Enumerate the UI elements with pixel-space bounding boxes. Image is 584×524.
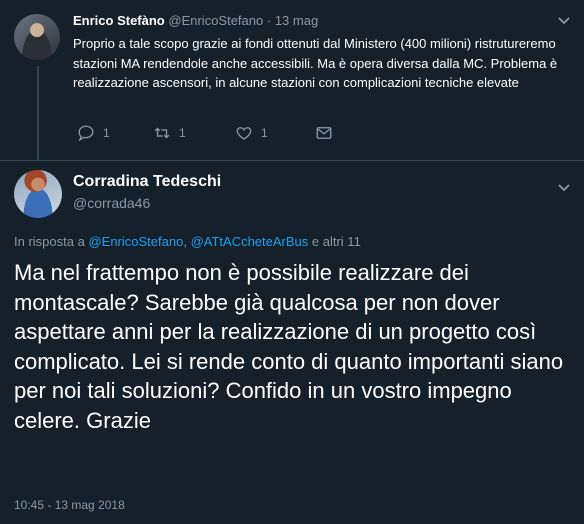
thread-connector-line xyxy=(37,66,39,160)
avatar[interactable] xyxy=(14,170,62,218)
tweet-actions: 1 1 1 xyxy=(73,124,403,144)
parent-tweet-header: Enrico Stefàno @EnricoStefano · 13 mag xyxy=(73,13,318,28)
tweet-timestamp[interactable]: 10:45 - 13 mag 2018 xyxy=(14,498,125,512)
tweet-time[interactable]: 13 mag xyxy=(275,13,318,28)
like-count: 1 xyxy=(261,126,268,140)
retweet-icon xyxy=(154,127,170,139)
reply-icon xyxy=(78,125,94,142)
focused-tweet: Corradina Tedeschi @corrada46 In rispost… xyxy=(0,161,584,524)
chevron-down-icon[interactable] xyxy=(558,181,570,195)
reply-context: In risposta a @EnricoStefano, @ATtACchet… xyxy=(14,234,361,249)
reply-comma: , xyxy=(183,234,187,249)
like-button[interactable]: 1 xyxy=(235,124,268,142)
reply-others[interactable]: e altri 11 xyxy=(312,234,361,249)
author-handle[interactable]: @corrada46 xyxy=(73,195,150,211)
heart-icon xyxy=(236,127,252,140)
tweet-text: Ma nel frattempo non è possibile realizz… xyxy=(14,260,564,433)
retweet-count: 1 xyxy=(179,126,186,140)
author-name[interactable]: Corradina Tedeschi xyxy=(73,173,221,191)
retweet-button[interactable]: 1 xyxy=(153,124,186,142)
direct-message-button[interactable] xyxy=(315,124,333,142)
meta-separator: · xyxy=(266,13,272,28)
reply-count: 1 xyxy=(103,126,110,140)
parent-tweet[interactable]: Enrico Stefàno @EnricoStefano · 13 mag P… xyxy=(0,0,584,160)
avatar[interactable] xyxy=(14,14,60,60)
author-handle[interactable]: @EnricoStefano xyxy=(168,13,263,28)
reply-prefix: In risposta a xyxy=(14,234,85,249)
parent-tweet-text: Proprio a tale scopo grazie ai fondi ott… xyxy=(73,36,558,90)
mention-link[interactable]: @ATtACcheteArBus xyxy=(191,234,309,249)
mention-link[interactable]: @EnricoStefano xyxy=(88,234,183,249)
reply-button[interactable]: 1 xyxy=(77,124,110,142)
chevron-down-icon[interactable] xyxy=(558,14,570,28)
author-name[interactable]: Enrico Stefàno xyxy=(73,13,165,28)
envelope-icon xyxy=(316,127,332,139)
